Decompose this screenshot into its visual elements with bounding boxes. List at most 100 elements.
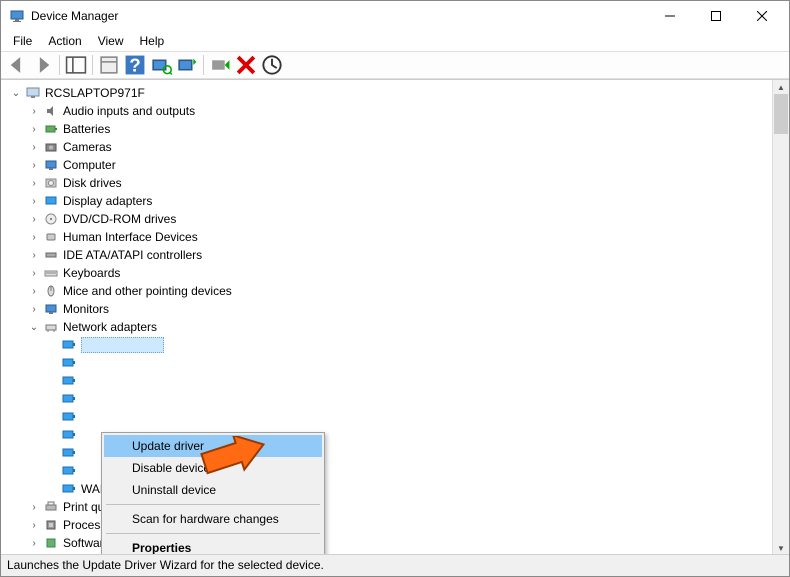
category-icon xyxy=(43,103,59,119)
properties-button[interactable] xyxy=(97,54,121,76)
tree-category-label: Computer xyxy=(63,158,116,172)
show-hide-tree-button[interactable] xyxy=(64,54,88,76)
tree-category-label: Mice and other pointing devices xyxy=(63,284,232,298)
tree-category[interactable]: › Disk drives xyxy=(5,174,789,192)
menu-view[interactable]: View xyxy=(90,32,132,50)
tree-category[interactable]: › Display adapters xyxy=(5,192,789,210)
expand-icon[interactable]: › xyxy=(27,250,41,261)
tree-category-label: Batteries xyxy=(63,122,110,136)
maximize-button[interactable] xyxy=(693,1,739,31)
expand-icon[interactable]: › xyxy=(27,268,41,279)
menu-help[interactable]: Help xyxy=(132,32,173,50)
tree-category[interactable]: › Mice and other pointing devices xyxy=(5,282,789,300)
expand-icon[interactable]: › xyxy=(27,142,41,153)
expand-icon[interactable]: › xyxy=(27,160,41,171)
disable-button[interactable] xyxy=(260,54,284,76)
expand-icon[interactable]: › xyxy=(27,232,41,243)
ctx-separator xyxy=(106,533,320,534)
scroll-up-icon[interactable]: ▲ xyxy=(773,80,789,94)
expand-icon[interactable]: › xyxy=(27,502,41,513)
category-icon xyxy=(43,247,59,263)
tree-device[interactable] xyxy=(5,408,789,426)
toolbar-separator xyxy=(203,55,204,75)
network-icon xyxy=(43,319,59,335)
close-button[interactable] xyxy=(739,1,785,31)
scan-hardware-button[interactable] xyxy=(149,54,173,76)
menu-file[interactable]: File xyxy=(5,32,40,50)
tree-category-label: DVD/CD-ROM drives xyxy=(63,212,176,226)
adapter-icon xyxy=(61,463,77,479)
scroll-thumb[interactable] xyxy=(774,94,788,134)
tree-category[interactable]: › Monitors xyxy=(5,300,789,318)
ctx-scan-hardware[interactable]: Scan for hardware changes xyxy=(104,508,322,530)
context-menu: Update driver Disable device Uninstall d… xyxy=(101,432,325,562)
tree-category-label: Monitors xyxy=(63,302,109,316)
ctx-separator xyxy=(106,504,320,505)
toolbar: ? xyxy=(1,51,789,79)
category-icon xyxy=(43,211,59,227)
menu-action[interactable]: Action xyxy=(40,32,89,50)
expand-icon[interactable]: › xyxy=(27,520,41,531)
category-icon xyxy=(43,535,59,551)
svg-text:?: ? xyxy=(129,54,141,75)
adapter-icon xyxy=(61,481,77,497)
status-text: Launches the Update Driver Wizard for th… xyxy=(7,558,324,572)
expand-icon[interactable]: › xyxy=(27,196,41,207)
tree-device[interactable] xyxy=(5,354,789,372)
expand-icon[interactable]: › xyxy=(27,178,41,189)
scrollbar[interactable]: ▲ ▼ xyxy=(772,80,789,555)
tree-category[interactable]: › Human Interface Devices xyxy=(5,228,789,246)
tree-device[interactable] xyxy=(5,372,789,390)
back-button[interactable] xyxy=(5,54,29,76)
tree-category[interactable]: › DVD/CD-ROM drives xyxy=(5,210,789,228)
tree-category[interactable]: › Computer xyxy=(5,156,789,174)
tree-category-label: IDE ATA/ATAPI controllers xyxy=(63,248,202,262)
category-icon xyxy=(43,139,59,155)
collapse-icon[interactable]: ⌄ xyxy=(27,322,41,333)
tree-device[interactable] xyxy=(5,390,789,408)
uninstall-button[interactable] xyxy=(234,54,258,76)
ctx-uninstall-device[interactable]: Uninstall device xyxy=(104,479,322,501)
enable-button[interactable] xyxy=(208,54,232,76)
minimize-button[interactable] xyxy=(647,1,693,31)
update-driver-button[interactable] xyxy=(175,54,199,76)
expand-icon[interactable]: › xyxy=(27,124,41,135)
titlebar: Device Manager xyxy=(1,1,789,31)
tree-device-label xyxy=(81,337,164,353)
tree-category[interactable]: › Cameras xyxy=(5,138,789,156)
toolbar-separator xyxy=(92,55,93,75)
collapse-icon[interactable]: ⌄ xyxy=(9,88,23,99)
expand-icon[interactable]: › xyxy=(27,214,41,225)
tree-category-label: Display adapters xyxy=(63,194,152,208)
expand-icon[interactable]: › xyxy=(27,286,41,297)
category-icon xyxy=(43,229,59,245)
app-icon xyxy=(9,8,25,24)
tree-category[interactable]: › IDE ATA/ATAPI controllers xyxy=(5,246,789,264)
computer-icon xyxy=(25,85,41,101)
tree-device-selected[interactable] xyxy=(5,336,789,354)
expand-icon[interactable]: › xyxy=(27,106,41,117)
adapter-icon xyxy=(61,427,77,443)
adapter-icon xyxy=(61,373,77,389)
tree-category-label: Human Interface Devices xyxy=(63,230,198,244)
tree-category-label: Disk drives xyxy=(63,176,122,190)
adapter-icon xyxy=(61,445,77,461)
ctx-update-driver[interactable]: Update driver xyxy=(104,435,322,457)
tree-root[interactable]: ⌄ RCSLAPTOP971F xyxy=(5,84,789,102)
category-icon xyxy=(43,193,59,209)
statusbar: Launches the Update Driver Wizard for th… xyxy=(1,554,789,576)
tree-category[interactable]: ›Audio inputs and outputs xyxy=(5,102,789,120)
tree-category-network-adapters[interactable]: ⌄ Network adapters xyxy=(5,318,789,336)
help-button[interactable]: ? xyxy=(123,54,147,76)
tree-category[interactable]: ›Keyboards xyxy=(5,264,789,282)
category-icon xyxy=(43,283,59,299)
forward-button[interactable] xyxy=(31,54,55,76)
adapter-icon xyxy=(61,409,77,425)
ctx-disable-device[interactable]: Disable device xyxy=(104,457,322,479)
scroll-down-icon[interactable]: ▼ xyxy=(773,541,789,555)
adapter-icon xyxy=(61,337,77,353)
expand-icon[interactable]: › xyxy=(27,304,41,315)
tree-category[interactable]: › Batteries xyxy=(5,120,789,138)
expand-icon[interactable]: › xyxy=(27,538,41,549)
tree-category-label: Cameras xyxy=(63,140,112,154)
